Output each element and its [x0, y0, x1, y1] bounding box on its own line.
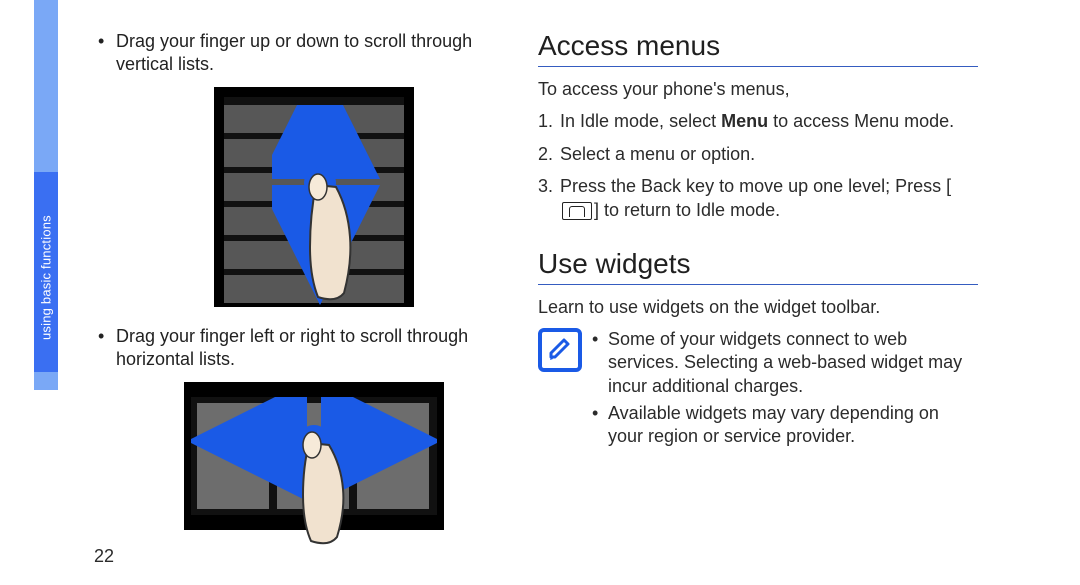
device-screen-horizontal — [191, 397, 437, 515]
note-item-1: Some of your widgets connect to web serv… — [592, 328, 978, 398]
step-3-text-a: Press the Back key to move up one level;… — [560, 176, 951, 196]
heading-rule-2 — [538, 284, 978, 285]
left-column: Drag your finger up or down to scroll th… — [94, 30, 534, 548]
heading-use-widgets: Use widgets — [538, 248, 978, 280]
manual-page: using basic functions Drag your finger u… — [0, 0, 1080, 585]
note-block: Some of your widgets connect to web serv… — [538, 328, 978, 453]
side-tab-label: using basic functions — [36, 198, 56, 358]
heading-rule-1 — [538, 66, 978, 67]
access-menus-lead: To access your phone's menus, — [538, 77, 978, 101]
step-3-text-b: ] to return to Idle mode. — [594, 200, 780, 220]
right-column: Access menus To access your phone's menu… — [538, 30, 978, 453]
device-frame-horizontal — [184, 382, 444, 530]
note-item-2: Available widgets may vary depending on … — [592, 402, 978, 449]
use-widgets-lead: Learn to use widgets on the widget toolb… — [538, 295, 978, 319]
figure-vertical-scroll — [94, 87, 534, 307]
bullet-horizontal-scroll: Drag your finger left or right to scroll… — [94, 325, 534, 372]
step-3: Press the Back key to move up one level;… — [538, 174, 978, 223]
pencil-icon — [546, 336, 574, 364]
note-icon — [538, 328, 582, 372]
page-number: 22 — [94, 546, 114, 567]
access-menus-steps: In Idle mode, select Menu to access Menu… — [538, 109, 978, 222]
figure-horizontal-scroll — [94, 382, 534, 530]
device-screen-vertical — [224, 97, 404, 297]
step-1-menu-bold: Menu — [721, 111, 768, 131]
step-2: Select a menu or option. — [538, 142, 978, 166]
gesture-list: Drag your finger up or down to scroll th… — [94, 30, 534, 77]
gesture-list-2: Drag your finger left or right to scroll… — [94, 325, 534, 372]
step-1: In Idle mode, select Menu to access Menu… — [538, 109, 978, 133]
bullet-vertical-scroll: Drag your finger up or down to scroll th… — [94, 30, 534, 77]
end-key-icon — [562, 202, 592, 220]
note-body: Some of your widgets connect to web serv… — [592, 328, 978, 453]
device-frame-vertical — [214, 87, 414, 307]
step-1-text-c: to access Menu mode. — [768, 111, 954, 131]
heading-access-menus: Access menus — [538, 30, 978, 62]
step-1-text-a: In Idle mode, select — [560, 111, 721, 131]
